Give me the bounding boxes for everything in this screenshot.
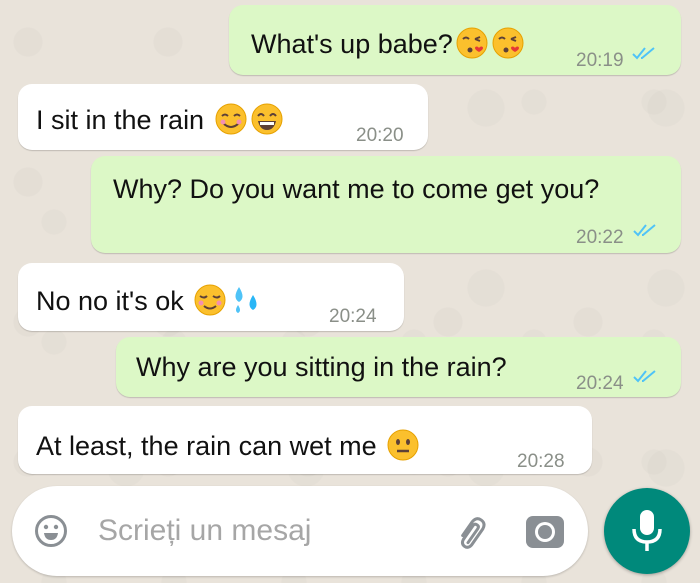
message-time: 20:24 [329, 306, 377, 327]
message-text: Why are you sitting in the rain? [136, 352, 507, 382]
message-text-content: I sit in the rain [36, 105, 205, 135]
voice-message-button[interactable] [604, 488, 690, 574]
message-time: 20:28 [517, 451, 565, 472]
message-time: 20:19 [576, 50, 624, 71]
message-input-placeholder: Scrieți un mesaj [98, 514, 312, 547]
read-receipt-icon [633, 370, 656, 383]
message-time: 20:20 [356, 125, 404, 146]
read-receipt-icon [632, 47, 655, 60]
message-text-content: No no it's ok [36, 286, 184, 316]
face-blowing-kiss-emoji [456, 27, 488, 59]
message-time: 20:22 [576, 227, 624, 248]
message-text: Why? Do you want me to come get you? [113, 174, 600, 204]
paperclip-icon[interactable] [452, 512, 490, 550]
message-bubble-incoming[interactable]: I sit in the rain 20:20 [18, 84, 428, 150]
message-input[interactable]: Scrieți un mesaj [92, 496, 442, 566]
message-bubble-incoming[interactable]: No no it's ok 20:24 [18, 263, 404, 331]
message-time: 20:24 [576, 373, 624, 394]
message-bubble-outgoing[interactable]: Why? Do you want me to come get you? 20:… [91, 156, 681, 253]
message-text-content: At least, the rain can wet me [36, 431, 377, 461]
microphone-icon [632, 510, 662, 551]
neutral-face-emoji [387, 429, 419, 461]
message-text-content: What's up babe? [251, 29, 453, 59]
message-text: No no it's ok [36, 283, 263, 317]
message-bubble-outgoing[interactable]: What's up babe? 20:19 [229, 5, 681, 75]
relieved-face-emoji [194, 284, 226, 316]
sweat-droplets-emoji [235, 287, 257, 313]
message-bubble-incoming[interactable]: At least, the rain can wet me 20:28 [18, 406, 592, 474]
message-composer: Scrieți un mesaj [12, 486, 588, 576]
message-text: I sit in the rain [36, 102, 284, 136]
grinning-face-emoji [251, 103, 283, 135]
smiley-icon[interactable] [34, 514, 68, 548]
message-bubble-outgoing[interactable]: Why are you sitting in the rain? 20:24 [116, 337, 681, 397]
face-blowing-kiss-emoji [492, 27, 524, 59]
smiling-face-emoji [215, 103, 247, 135]
message-text: What's up babe? [251, 26, 525, 60]
read-receipt-icon [633, 224, 656, 237]
camera-icon[interactable] [524, 512, 566, 550]
message-text: At least, the rain can wet me [36, 428, 420, 462]
